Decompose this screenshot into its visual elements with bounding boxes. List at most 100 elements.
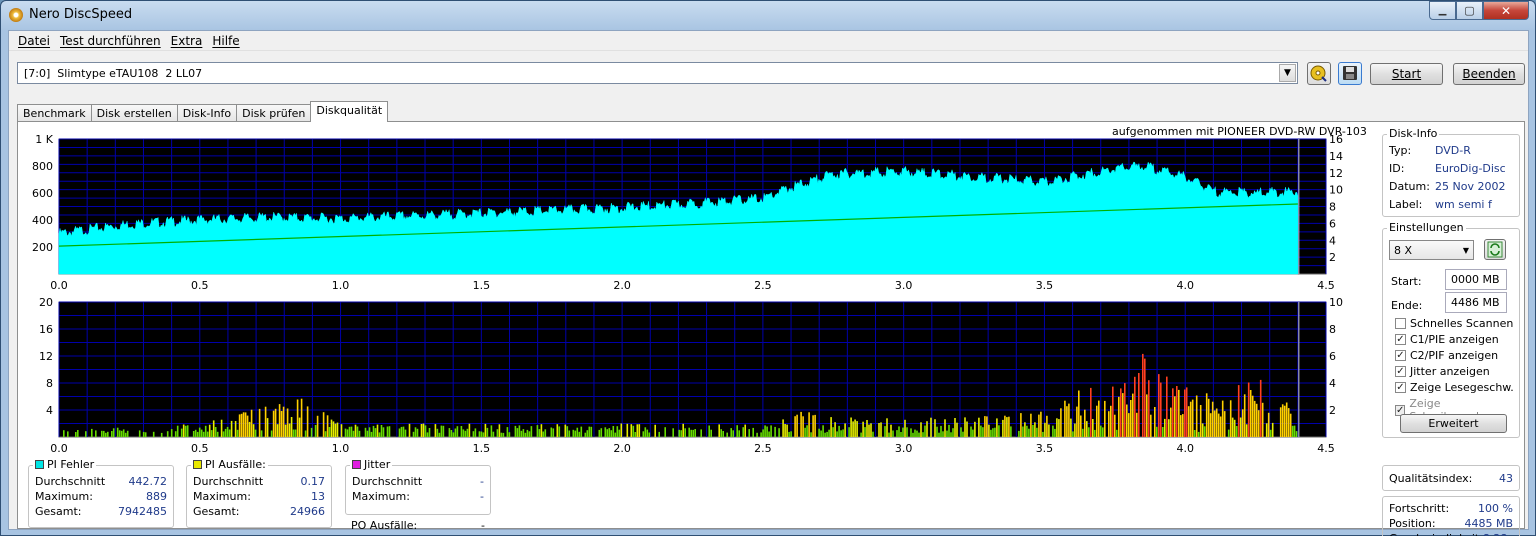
pi-failure-bar	[112, 428, 115, 437]
pi-failure-bar	[344, 428, 347, 437]
pi-failure-bar	[810, 432, 812, 437]
jitter-label: Durchschnitt	[352, 475, 423, 488]
start-field[interactable]: 0000 MB	[1445, 269, 1507, 290]
checkbox-box[interactable]: ✓	[1395, 366, 1406, 377]
pi-failure-bar	[310, 427, 313, 437]
chevron-down-icon[interactable]: ▼	[1279, 64, 1296, 82]
pi-failure-bar	[1092, 419, 1094, 437]
pi-failure-bar	[982, 427, 984, 437]
tab-benchmark[interactable]: Benchmark	[17, 104, 92, 122]
pi-failures-title-text: PI Ausfälle:	[205, 458, 266, 471]
pi-failure-bar	[550, 427, 553, 437]
checkbox-box[interactable]: ✓	[1395, 334, 1406, 345]
pi-failure-bar	[228, 429, 231, 437]
progress-label: Geschwindigkeit:	[1389, 532, 1483, 536]
pi-failure-bar	[720, 429, 722, 437]
tab-disk-erstellen[interactable]: Disk erstellen	[90, 104, 178, 122]
checkbox-box[interactable]	[1395, 318, 1406, 329]
pi-failure-bar	[328, 427, 331, 437]
pi-failure-bar	[784, 424, 786, 437]
pi-failure-bar	[1180, 415, 1182, 437]
pi-failure-bar	[898, 426, 900, 437]
jitter-row: Durchschnitt -	[352, 475, 484, 488]
title-bar[interactable]: Nero DiscSpeed ▁ ▢ ✕	[1, 1, 1535, 30]
checkbox-box[interactable]: ✓	[1395, 350, 1406, 361]
pi-failure-bar	[822, 425, 824, 437]
tab-diskqualitaet[interactable]: Diskqualität	[310, 101, 389, 122]
menu-extra[interactable]: Extra	[166, 34, 208, 48]
pi-failure-bar	[101, 430, 103, 437]
checkbox-box[interactable]: ✓	[1395, 382, 1406, 393]
save-button[interactable]	[1338, 62, 1362, 85]
pi-failure-bar	[306, 406, 309, 437]
pi-failures-swatch	[193, 460, 202, 469]
pi-failure-bar	[1090, 387, 1092, 437]
jitter-swatch	[352, 460, 361, 469]
drive-select[interactable]: [7:0] Slimtype eTAU108 2 LL07 ▼	[17, 62, 1298, 84]
progress-box: Fortschritt: 100 % Position: 4485 MB Geschwi…	[1382, 496, 1520, 536]
menu-datei[interactable]: Datei	[13, 34, 55, 48]
beenden-button[interactable]: Beenden	[1453, 63, 1525, 85]
pi-failure-bar	[634, 432, 637, 437]
pi-failure-bar	[314, 425, 317, 437]
speed-select-value: 8 X	[1394, 243, 1413, 257]
pi-failure-bar	[600, 428, 603, 437]
pi-failure-bar	[884, 426, 886, 437]
pi-failure-bar	[440, 425, 443, 437]
y2-tick-label: 4	[1329, 377, 1336, 390]
pi-failure-bar	[1283, 405, 1286, 437]
checkbox-3[interactable]: ✓ Jitter anzeigen	[1395, 365, 1490, 378]
pi-failure-bar	[1158, 374, 1160, 437]
pi-failure-bar	[538, 429, 541, 437]
pi-failure-bar	[924, 425, 926, 437]
y2-tick-label: 10	[1329, 296, 1343, 309]
tab-disk-pruefen[interactable]: Disk prüfen	[236, 104, 312, 122]
pi-failure-bar	[508, 432, 511, 437]
pi-failure-bar	[794, 416, 796, 437]
tab-disk-info[interactable]: Disk-Info	[176, 104, 238, 122]
pi-failure-bar	[802, 416, 804, 437]
pi-failure-bar	[224, 428, 227, 437]
close-button[interactable]: ✕	[1483, 1, 1529, 20]
pi-failure-bar	[1046, 415, 1048, 437]
pi-failure-bar	[886, 418, 888, 437]
pi-failure-bar	[764, 425, 766, 437]
checkbox-0[interactable]: Schnelles Scannen	[1395, 317, 1513, 330]
window-controls: ▁ ▢ ✕	[1429, 1, 1529, 20]
pi-failure-bar	[1028, 428, 1030, 437]
refresh-speed-button[interactable]	[1484, 239, 1506, 260]
checkbox-2[interactable]: ✓ C2/PIF anzeigen	[1395, 349, 1498, 362]
pi-failure-bar	[478, 431, 481, 437]
pi-failure-bar	[182, 424, 185, 437]
menu-test[interactable]: Test durchführen	[55, 34, 166, 48]
minimize-button[interactable]: ▁	[1429, 1, 1456, 20]
pi-failure-bar	[1176, 386, 1178, 437]
pi-failure-bar	[1088, 427, 1090, 437]
end-field[interactable]: 4486 MB	[1445, 292, 1507, 313]
pi-failure-bar	[760, 432, 762, 437]
y-tick-label: 1 K	[35, 133, 53, 146]
pi-failure-bar	[434, 424, 437, 437]
eject-button[interactable]	[1307, 62, 1331, 85]
y2-tick-label: 2	[1329, 251, 1336, 264]
pi-failure-bar	[1291, 425, 1294, 437]
pi-failure-bar	[1124, 383, 1126, 437]
maximize-button[interactable]: ▢	[1456, 1, 1483, 20]
pi-failures-row: Durchschnitt 0.17	[193, 475, 325, 488]
pi-failure-bar	[298, 417, 301, 437]
checkbox-1[interactable]: ✓ C1/PIE anzeigen	[1395, 333, 1499, 346]
pi-failure-bar	[586, 430, 589, 437]
checkbox-4[interactable]: ✓ Zeige Lesegeschw.	[1395, 381, 1514, 394]
pi-failure-bar	[620, 423, 623, 437]
jitter-title: Jitter	[350, 458, 393, 471]
menu-hilfe[interactable]: Hilfe	[207, 34, 244, 48]
pi-failure-bar	[612, 426, 615, 437]
pi-failure-bar	[380, 425, 383, 437]
start-button[interactable]: Start	[1370, 63, 1443, 85]
pi-failure-bar	[680, 430, 682, 437]
pi-failure-bar	[578, 431, 581, 437]
checkbox-label: Zeige Lesegeschw.	[1410, 381, 1514, 394]
pi-failure-bar	[1203, 426, 1206, 437]
speed-select[interactable]: 8 X ▼	[1389, 240, 1474, 260]
erweitert-button[interactable]: Erweitert	[1400, 414, 1507, 433]
